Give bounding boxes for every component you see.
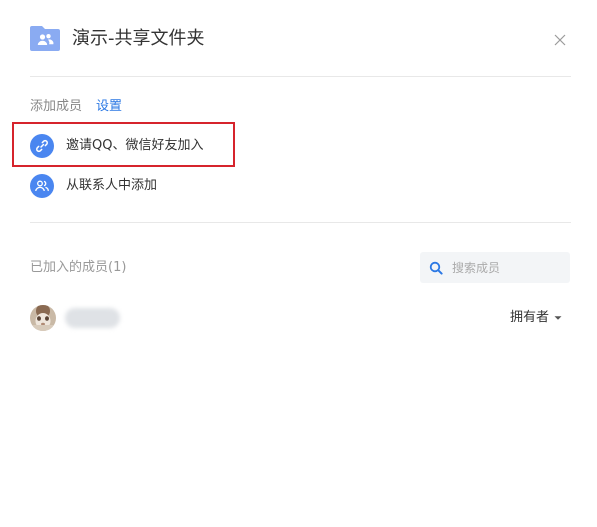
member-row: 拥有者 (30, 304, 570, 332)
user-avatar (30, 305, 56, 331)
member-search-box[interactable] (420, 252, 570, 283)
shared-folder-icon (30, 24, 60, 51)
member-role-label: 拥有者 (509, 310, 549, 325)
settings-link[interactable]: 设置 (96, 98, 122, 116)
member-name-redacted (65, 308, 120, 328)
share-folder-dialog: 演示-共享文件夹 添加成员 设置 邀请QQ、微信好友加入 从联系人中添加 已加入… (0, 0, 597, 527)
members-count-title: 已加入的成员(1) (30, 260, 127, 275)
add-from-contacts-option[interactable]: 从联系人中添加 (30, 173, 157, 199)
invite-friends-option[interactable]: 邀请QQ、微信好友加入 (30, 133, 203, 159)
add-members-label: 添加成员 (30, 99, 83, 114)
invite-friends-label: 邀请QQ、微信好友加入 (66, 138, 204, 153)
search-icon (429, 261, 443, 275)
add-from-contacts-label: 从联系人中添加 (66, 178, 158, 193)
link-icon (30, 134, 54, 158)
contacts-icon (30, 174, 54, 198)
section-divider (30, 222, 571, 223)
caret-down-icon (554, 316, 562, 320)
member-search-input[interactable] (452, 260, 562, 275)
member-role-dropdown[interactable]: 拥有者 (510, 310, 562, 326)
dialog-title: 演示-共享文件夹 (72, 28, 205, 49)
close-button[interactable] (552, 32, 568, 48)
header-divider (30, 76, 571, 77)
close-icon (554, 34, 566, 46)
